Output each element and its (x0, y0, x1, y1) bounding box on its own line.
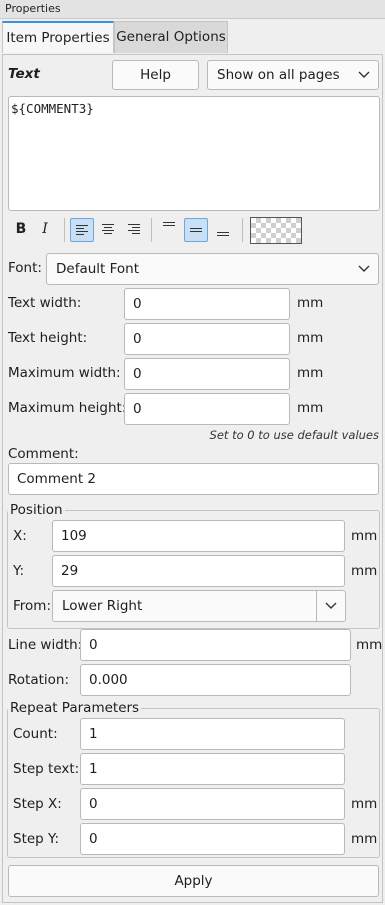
toolbar-separator (151, 218, 152, 242)
step-y-input[interactable]: 0 (80, 823, 345, 855)
toolbar-separator (64, 218, 65, 242)
tab-item-properties[interactable]: Item Properties (2, 21, 114, 53)
rotation-label: Rotation: (8, 672, 70, 688)
line-width-input[interactable]: 0 (80, 629, 351, 661)
position-y-unit: mm (351, 563, 378, 579)
font-select-value: Default Font (56, 261, 140, 277)
align-center-icon (102, 224, 114, 234)
step-text-input[interactable]: 1 (80, 753, 345, 785)
help-button[interactable]: Help (112, 60, 199, 90)
position-x-unit: mm (351, 528, 378, 544)
align-left-icon (76, 225, 88, 235)
comment-input[interactable]: Comment 2 (8, 463, 379, 495)
chevron-down-icon (358, 71, 370, 78)
max-width-unit: mm (297, 365, 324, 381)
pages-select-value: Show on all pages (217, 67, 340, 83)
toolbar-separator (242, 218, 243, 242)
valign-center-icon (190, 228, 202, 232)
valign-bottom-button[interactable] (211, 218, 235, 242)
line-width-unit: mm (356, 637, 383, 653)
valign-top-button[interactable] (157, 218, 181, 242)
align-right-icon (128, 224, 140, 234)
max-height-unit: mm (297, 400, 324, 416)
chevron-down-icon (325, 602, 337, 609)
position-from-select[interactable]: Lower Right (52, 590, 346, 622)
text-height-input[interactable]: 0 (124, 323, 290, 355)
italic-button[interactable]: I (33, 218, 57, 242)
text-content-area[interactable]: ${COMMENT3} (8, 96, 380, 211)
step-x-label: Step X: (13, 796, 62, 812)
max-width-input[interactable]: 0 (124, 358, 290, 390)
line-width-label: Line width: (8, 637, 83, 653)
combo-divider (316, 591, 317, 621)
position-y-label: Y: (13, 563, 25, 579)
comment-label: Comment: (8, 446, 79, 462)
bold-button[interactable]: B (9, 218, 33, 242)
tab-bar: Item Properties General Options (0, 19, 385, 54)
color-swatch-button[interactable] (250, 217, 302, 244)
valign-bottom-icon (217, 232, 229, 236)
align-center-button[interactable] (96, 218, 120, 242)
text-width-unit: mm (297, 295, 324, 311)
align-right-button[interactable] (122, 218, 146, 242)
count-input[interactable]: 1 (80, 718, 345, 750)
tab-general-options[interactable]: General Options (114, 21, 228, 53)
position-from-value: Lower Right (62, 598, 143, 614)
position-y-input[interactable]: 29 (52, 555, 345, 587)
max-height-input[interactable]: 0 (124, 393, 290, 425)
valign-top-icon (163, 222, 175, 226)
text-width-label: Text width: (8, 295, 82, 311)
max-width-label: Maximum width: (8, 365, 121, 381)
step-y-unit: mm (351, 831, 378, 847)
rotation-input[interactable]: 0.000 (80, 664, 351, 696)
count-label: Count: (13, 726, 58, 742)
step-text-label: Step text: (13, 761, 80, 777)
max-height-label: Maximum height: (8, 400, 127, 416)
align-left-button[interactable] (70, 218, 94, 242)
position-x-input[interactable]: 109 (52, 520, 345, 552)
default-values-hint: Set to 0 to use default values (209, 428, 379, 442)
text-label: Text (8, 66, 40, 82)
position-x-label: X: (13, 528, 27, 544)
valign-center-button[interactable] (184, 218, 208, 242)
window-title: Properties (0, 0, 385, 19)
step-x-unit: mm (351, 796, 378, 812)
font-label: Font: (8, 260, 42, 276)
step-x-input[interactable]: 0 (80, 788, 345, 820)
position-from-label: From: (13, 598, 51, 614)
repeat-group-title: Repeat Parameters (8, 700, 142, 716)
position-group-title: Position (8, 502, 65, 518)
font-select[interactable]: Default Font (46, 253, 379, 285)
pages-select[interactable]: Show on all pages (207, 60, 379, 90)
text-height-unit: mm (297, 330, 324, 346)
text-height-label: Text height: (8, 330, 88, 346)
apply-button[interactable]: Apply (8, 865, 379, 897)
text-width-input[interactable]: 0 (124, 288, 290, 320)
step-y-label: Step Y: (13, 831, 60, 847)
chevron-down-icon (358, 265, 370, 272)
